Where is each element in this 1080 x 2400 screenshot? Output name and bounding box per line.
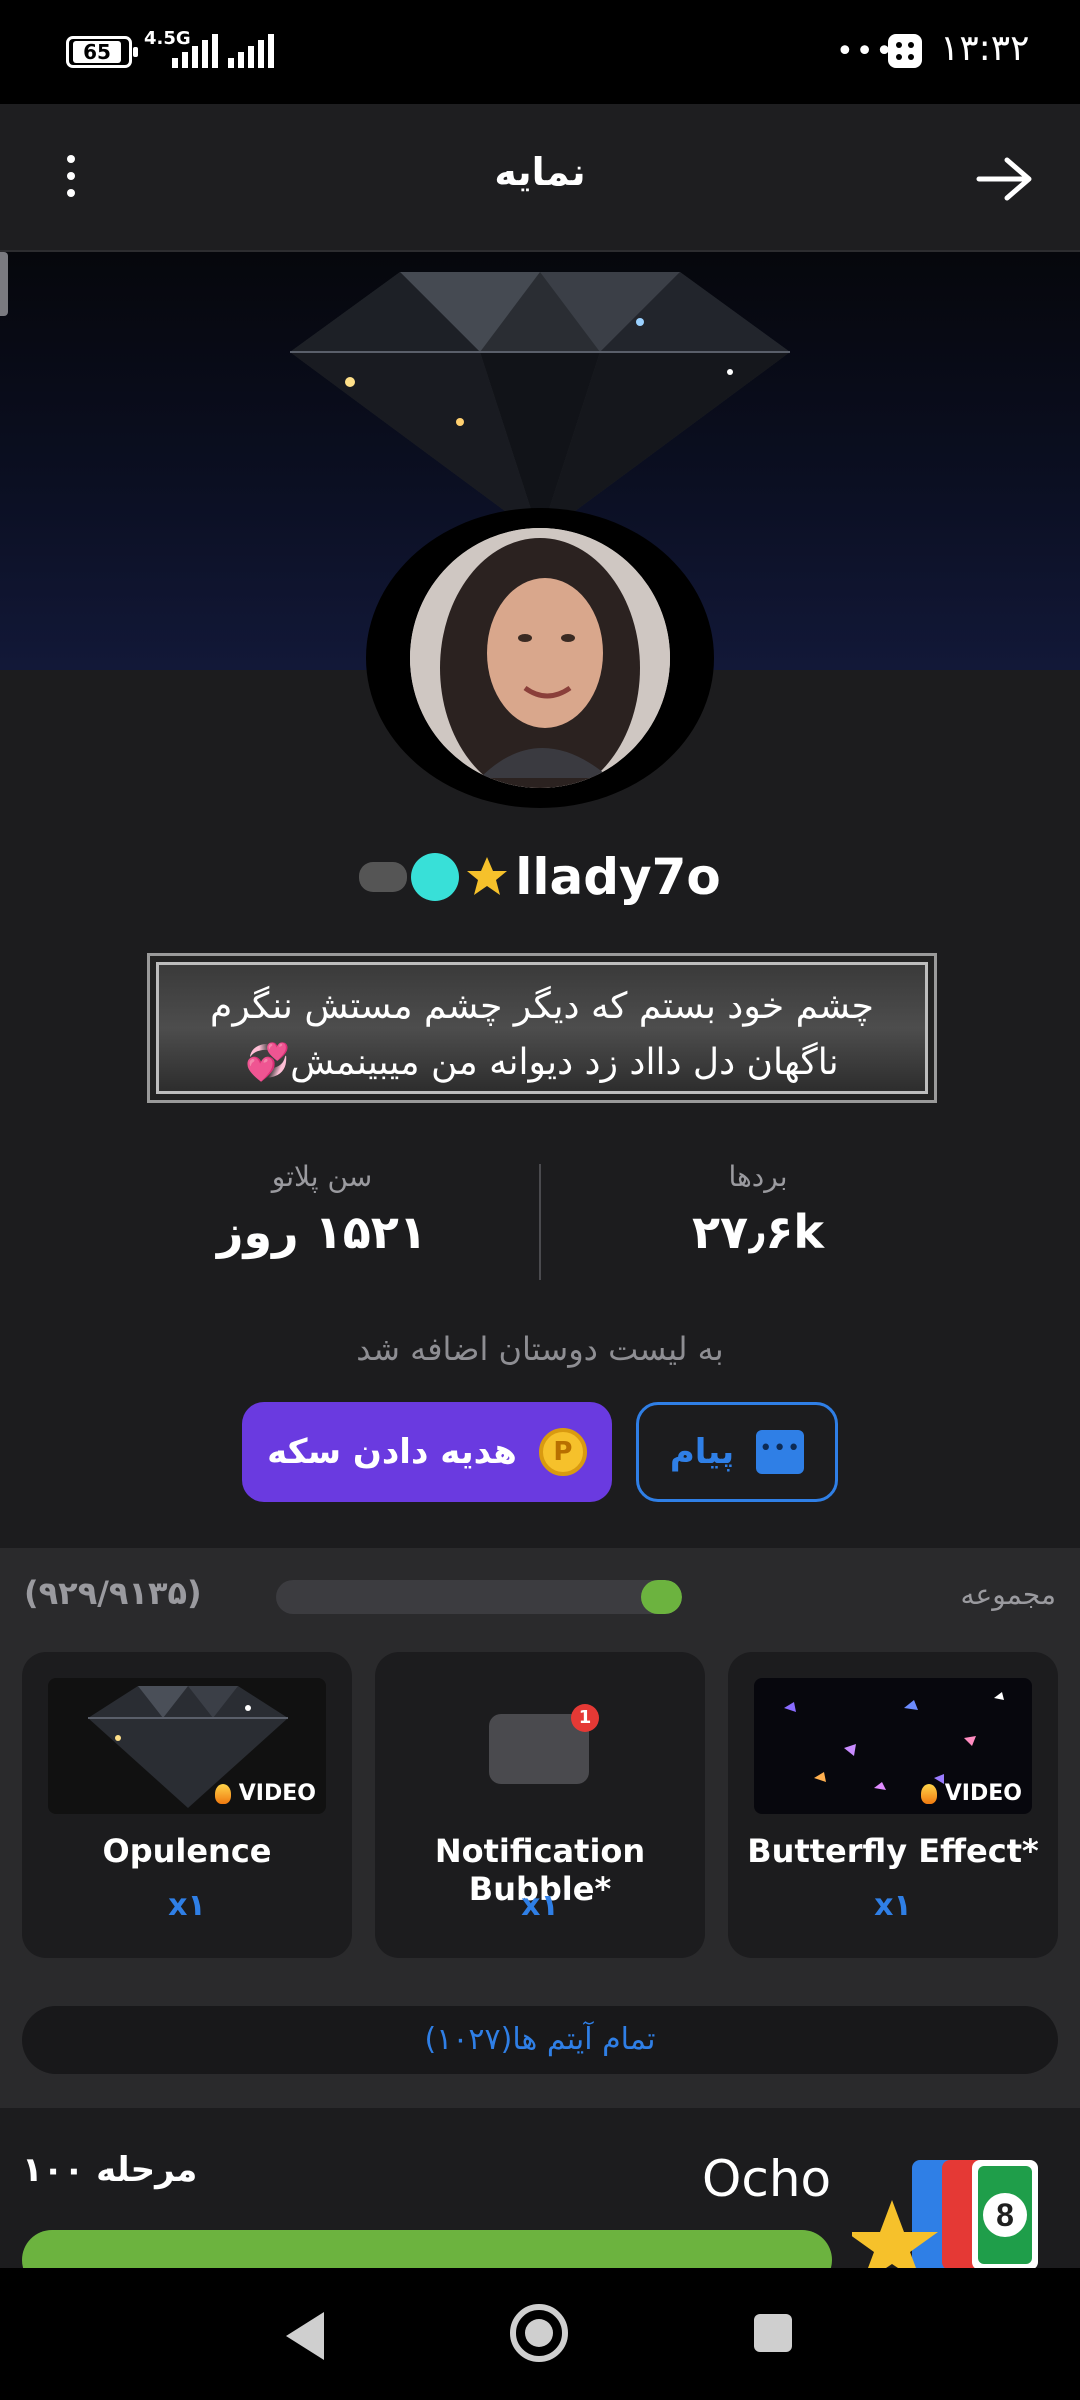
item-name: Butterfly Effect* xyxy=(747,1832,1039,1870)
gamepad-icon xyxy=(359,862,408,892)
account-age-value: ۱۵۲۱ روز xyxy=(217,1205,427,1259)
nav-home-icon[interactable] xyxy=(510,2304,568,2362)
collection-item-butterfly-effect[interactable]: VIDEO Butterfly Effect* x۱ xyxy=(728,1652,1058,1958)
nav-back-icon[interactable] xyxy=(286,2312,324,2360)
bio-frame: چشم خود بستم که دیگر چشم مستش ننگرم ناگه… xyxy=(118,942,966,1114)
wins-value: ۲۷٫۶k xyxy=(691,1205,824,1259)
bio-box: چشم خود بستم که دیگر چشم مستش ننگرم ناگه… xyxy=(156,962,928,1094)
game-name: Ocho xyxy=(702,2150,832,2208)
account-age-label: سن پلاتو xyxy=(271,1160,373,1193)
flame-icon xyxy=(920,1783,937,1804)
coin-icon: P xyxy=(538,1428,587,1476)
all-items-button[interactable]: تمام آیتم ها(۱۰۲۷) xyxy=(22,2006,1058,2074)
video-tag: VIDEO xyxy=(920,1781,1022,1806)
page-title: نمایه xyxy=(494,150,586,194)
wins-label: بردها xyxy=(728,1160,788,1193)
gift-coins-button[interactable]: P هدیه دادن سکه xyxy=(242,1402,612,1502)
game-section[interactable]: مرحله ۱۰۰ Ocho 8 xyxy=(0,2122,1080,2268)
nav-recents-icon[interactable] xyxy=(754,2314,792,2352)
cyan-heart-icon xyxy=(411,853,460,901)
collection-progress-fill xyxy=(640,1580,682,1614)
bio-line-2: ناگهان دل دااد زد دیوانه من میبینمش💞 xyxy=(245,1042,839,1083)
game-progress-bar xyxy=(22,2230,832,2268)
svg-text:8: 8 xyxy=(996,2197,1014,2233)
username: llady7o xyxy=(515,848,721,906)
stat-account-age: سن پلاتو ۱۵۲۱ روز xyxy=(172,1160,472,1259)
video-tag: VIDEO xyxy=(214,1781,316,1806)
item-thumbnail: VIDEO xyxy=(48,1678,326,1814)
collection-count: (۹۲۹/۹۱۳۵) xyxy=(24,1574,202,1612)
stat-wins: بردها ۲۷٫۶k xyxy=(608,1160,908,1259)
item-quantity: x۱ xyxy=(168,1888,206,1923)
bio-line-1: چشم خود بستم که دیگر چشم مستش ننگرم xyxy=(210,986,874,1027)
bio-text: چشم خود بستم که دیگر چشم مستش ننگرم ناگه… xyxy=(159,979,925,1091)
item-quantity: x۱ xyxy=(874,1888,912,1923)
signal-icon xyxy=(172,30,218,68)
more-notifications-icon: ••• xyxy=(836,34,896,69)
collection-section: مجموعه (۹۲۹/۹۱۳۵) VIDEO Opulence x۱ 1 No… xyxy=(0,1548,1080,2108)
status-bar: 65 4.5G ••• ۱۳:۳۲ xyxy=(0,0,1080,104)
star-icon xyxy=(463,853,511,901)
dice-icon xyxy=(888,34,922,68)
profile-stats: بردها ۲۷٫۶k سن پلاتو ۱۵۲۱ روز xyxy=(0,1160,1080,1280)
system-nav-bar xyxy=(0,2268,1080,2400)
gift-coins-label: هدیه دادن سکه xyxy=(267,1432,517,1472)
collection-item-opulence[interactable]: VIDEO Opulence x۱ xyxy=(22,1652,352,1958)
stat-divider xyxy=(539,1164,541,1280)
more-options-icon[interactable] xyxy=(56,150,86,206)
chat-icon xyxy=(756,1430,805,1474)
scroll-indicator xyxy=(0,252,8,316)
username-row: llady7o xyxy=(0,848,1080,918)
ocho-game-icon: 8 xyxy=(852,2160,1038,2268)
notification-badge: 1 xyxy=(571,1704,599,1732)
collection-progress-bar xyxy=(276,1580,682,1614)
back-arrow-icon[interactable] xyxy=(975,156,1035,202)
diamond-image xyxy=(290,272,790,537)
item-quantity: x۱ xyxy=(521,1888,559,1923)
item-name: Opulence xyxy=(102,1832,272,1870)
battery-icon: 65 xyxy=(66,36,138,68)
item-thumbnail: VIDEO xyxy=(754,1678,1032,1814)
avatar[interactable] xyxy=(410,528,670,788)
game-level: مرحله ۱۰۰ xyxy=(22,2150,198,2190)
message-label: پیام xyxy=(669,1432,735,1472)
friend-status: به لیست دوستان اضافه شد xyxy=(356,1330,724,1368)
flame-icon xyxy=(214,1783,231,1804)
clock: ۱۳:۳۲ xyxy=(940,28,1030,69)
collection-item-notification-bubble[interactable]: 1 Notification Bubble* x۱ xyxy=(375,1652,705,1958)
signal-icon-2 xyxy=(228,30,274,68)
message-button[interactable]: پیام xyxy=(636,1402,838,1502)
app-bar: نمایه xyxy=(0,104,1080,252)
collection-title: مجموعه xyxy=(960,1578,1056,1611)
battery-level: 65 xyxy=(73,41,121,63)
